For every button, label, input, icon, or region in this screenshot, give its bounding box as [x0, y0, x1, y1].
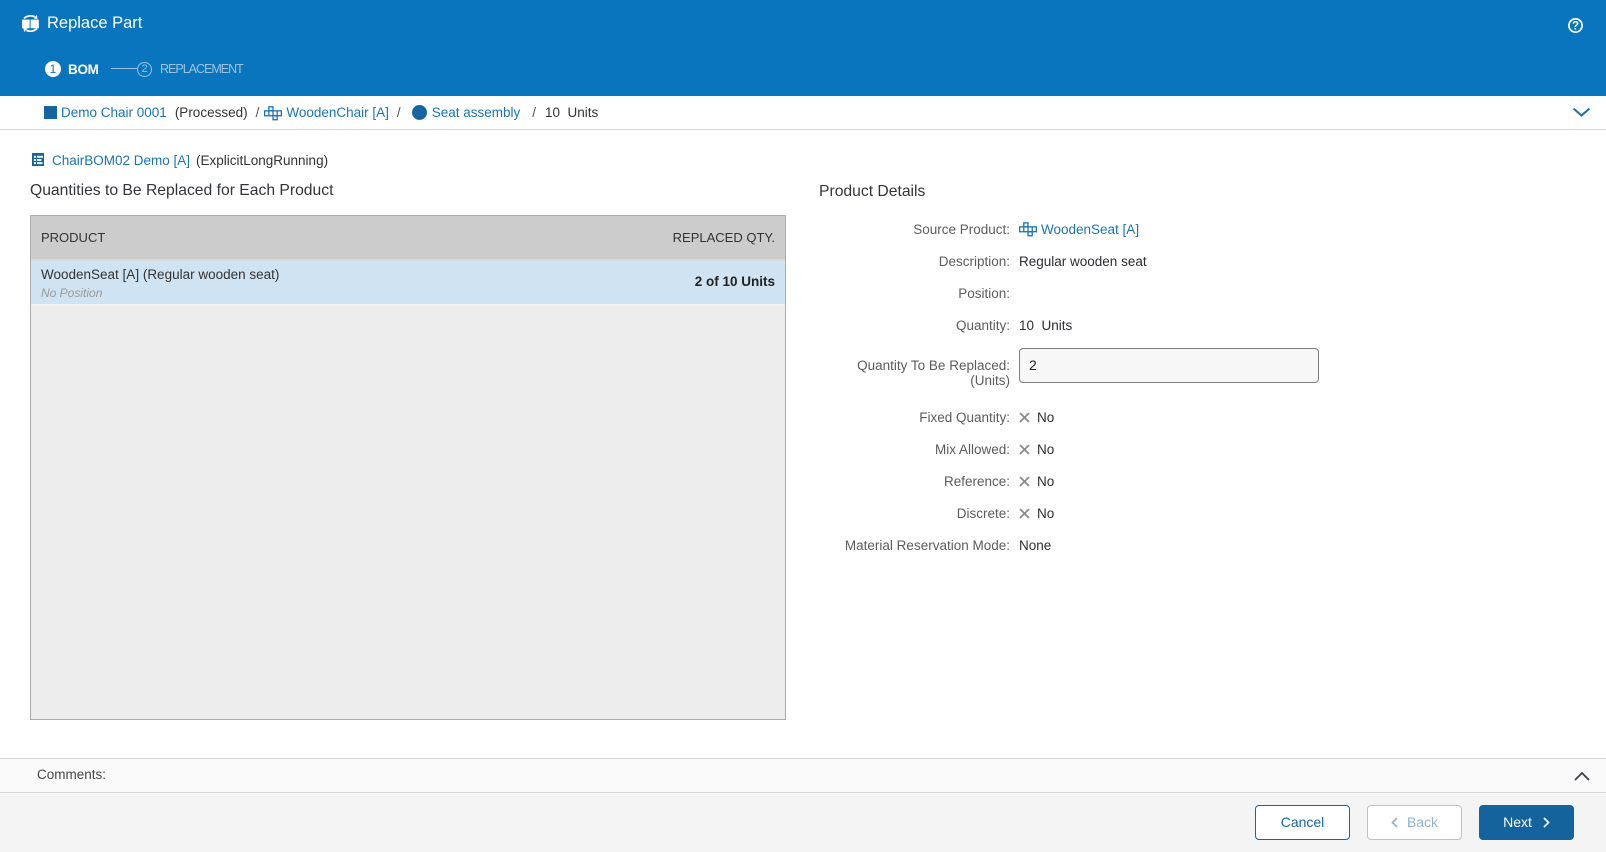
svg-text:?: ? — [1572, 21, 1579, 33]
